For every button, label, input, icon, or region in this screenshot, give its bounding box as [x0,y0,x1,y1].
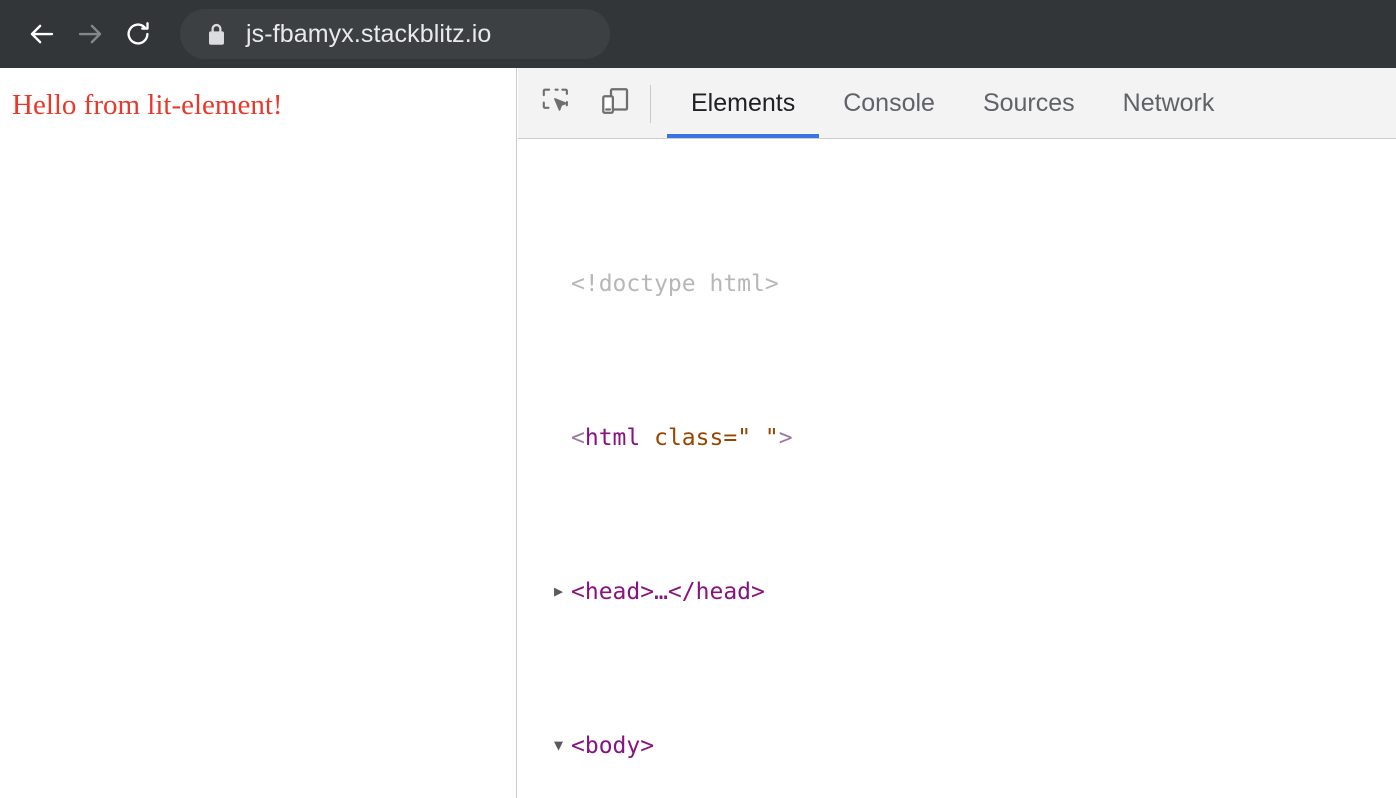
dom-node-body-open[interactable]: <body> [518,727,1396,766]
tab-console-label: Console [843,88,935,117]
html-close-bracket: > [778,424,793,451]
viewport-split: Hello from lit-element! Elements Console… [0,68,1396,798]
tab-sources[interactable]: Sources [959,68,1099,138]
address-bar[interactable]: js-fbamyx.stackblitz.io [180,9,610,59]
dom-node-doctype[interactable]: <!doctype html> [518,265,1396,304]
tab-console[interactable]: Console [819,68,959,138]
inspect-element-button[interactable] [532,80,578,126]
back-button[interactable] [18,10,66,58]
chevron-right-icon[interactable] [554,584,571,599]
html-tag-name: html [584,424,641,451]
dom-node-head[interactable]: <head>…</head> [518,573,1396,612]
arrow-right-icon [75,19,105,49]
forward-button[interactable] [66,10,114,58]
devtools-toolbar: Elements Console Sources Network [518,68,1396,139]
browser-toolbar: js-fbamyx.stackblitz.io [0,0,1396,68]
doctype-text: <!doctype html> [571,270,779,297]
dom-tree: <!doctype html> <html class=" "> <head>…… [518,139,1396,798]
html-open-bracket: < [571,424,585,451]
reload-icon [123,19,153,49]
device-toolbar-icon [599,85,631,122]
body-open-text: <body> [571,732,655,759]
device-toolbar-button[interactable] [592,80,638,126]
chevron-down-icon[interactable] [554,738,571,753]
tab-elements-label: Elements [691,88,796,117]
address-bar-url: js-fbamyx.stackblitz.io [246,19,492,48]
tab-network-label: Network [1122,88,1215,117]
html-attr-eq: = [723,424,738,451]
devtools-tab-bar: Elements Console Sources Network [667,68,1238,138]
arrow-left-icon [27,19,57,49]
inspect-element-icon [539,85,571,122]
html-attr-value: " " [737,424,779,451]
dom-node-html-open[interactable]: < html class = " " > [518,419,1396,458]
devtools-panel: Elements Console Sources Network <!docty… [518,68,1396,798]
devtools-tool-icons [518,68,648,138]
lock-icon [206,22,226,46]
page-viewport: Hello from lit-element! [0,68,517,798]
tab-network[interactable]: Network [1099,68,1239,138]
tab-sources-label: Sources [982,88,1075,117]
html-attr-name: class [654,424,724,451]
tab-elements[interactable]: Elements [667,68,820,138]
head-line-text: <head>…</head> [571,578,765,605]
space-sep [640,419,654,458]
reload-button[interactable] [114,10,162,58]
toolbar-divider [650,85,651,123]
page-heading: Hello from lit-element! [12,89,283,121]
